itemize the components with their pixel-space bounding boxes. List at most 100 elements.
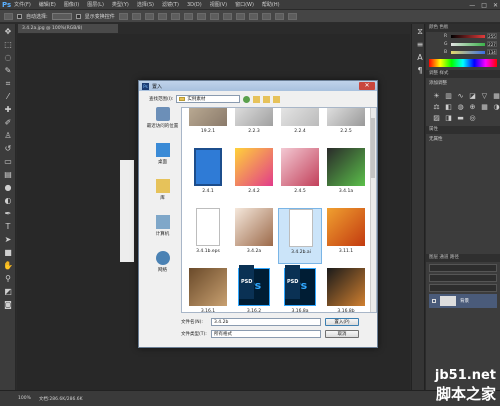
color-lookup-icon[interactable]: ▦ (480, 103, 489, 111)
eraser-tool-icon[interactable]: ▭ (3, 157, 13, 167)
pen-tool-icon[interactable]: ✒ (3, 209, 13, 219)
menu-3d[interactable]: 3D(D) (187, 2, 202, 8)
place-computer[interactable]: 计算机 (145, 215, 180, 247)
posterize-icon[interactable]: ▨ (432, 114, 441, 122)
file-item[interactable]: 3.4.1b.eps (186, 208, 230, 264)
blur-tool-icon[interactable]: ● (3, 183, 13, 193)
adjustments-panel-header[interactable]: 调整 样式 (426, 70, 500, 78)
place-button[interactable]: 置入(P) (325, 318, 359, 326)
distribute-middle-icon[interactable] (209, 12, 219, 20)
lock-fill-bar[interactable] (429, 284, 497, 292)
selective-color-icon[interactable]: ◎ (468, 114, 477, 122)
distribute-bottom-icon[interactable] (222, 12, 232, 20)
move-tool-preset-icon[interactable] (4, 12, 13, 20)
up-folder-icon[interactable] (253, 95, 261, 103)
vibrance-icon[interactable]: ▽ (480, 92, 489, 100)
red-slider-row[interactable]: R 255 (426, 32, 500, 40)
filename-input[interactable]: 3.4.2b (211, 318, 321, 326)
file-item[interactable]: PsPSD 3.16.2 (232, 265, 276, 312)
cancel-button[interactable]: 取消 (325, 330, 359, 338)
levels-icon[interactable]: ▥ (444, 92, 453, 100)
type-tool-icon[interactable]: T (3, 222, 13, 232)
visibility-eye-icon[interactable] (432, 299, 436, 303)
distribute-top-icon[interactable] (196, 12, 206, 20)
exposure-icon[interactable]: ◪ (468, 92, 477, 100)
view-menu-icon[interactable] (273, 95, 281, 103)
properties-panel-header[interactable]: 属性 (426, 126, 500, 134)
properties-panel-icon[interactable]: ≡ (415, 40, 425, 50)
scrollbar-thumb[interactable] (371, 118, 375, 178)
red-value[interactable]: 255 (487, 33, 497, 39)
blue-slider-row[interactable]: B 134 (426, 48, 500, 56)
filetype-select[interactable]: 所有格式 (211, 330, 321, 338)
align-bottom-icon[interactable] (144, 12, 154, 20)
clone-stamp-tool-icon[interactable]: ♙ (3, 131, 13, 141)
history-panel-icon[interactable]: ⧖ (415, 27, 425, 37)
file-item[interactable]: 2.4.5 (278, 148, 322, 204)
brush-tool-icon[interactable]: ✐ (3, 118, 13, 128)
hand-tool-icon[interactable]: ✋ (3, 261, 13, 271)
zoom-level[interactable]: 100% (18, 396, 31, 401)
red-slider[interactable] (451, 34, 485, 38)
eyedropper-tool-icon[interactable]: ⁄ (3, 92, 13, 102)
green-slider[interactable] (451, 42, 485, 46)
close-window-button[interactable]: ✕ (493, 2, 498, 9)
place-desktop[interactable]: 桌面 (145, 143, 180, 175)
file-item[interactable]: 2.4.2 (232, 148, 276, 204)
auto-align-icon[interactable] (274, 12, 284, 20)
marquee-tool-icon[interactable]: ⬚ (3, 40, 13, 50)
show-transform-checkbox[interactable] (75, 13, 81, 19)
blue-value[interactable]: 134 (487, 49, 497, 55)
menu-layer[interactable]: 图层(L) (87, 1, 104, 8)
align-center-icon[interactable] (170, 12, 180, 20)
shape-tool-icon[interactable]: ■ (3, 248, 13, 258)
channel-mixer-icon[interactable]: ⊕ (468, 103, 477, 111)
quick-select-tool-icon[interactable]: ✎ (3, 66, 13, 76)
color-panel-header[interactable]: 颜色 色板 (426, 24, 500, 32)
file-item[interactable]: 2.2.5 (324, 108, 368, 144)
gradient-map-icon[interactable]: ▬ (456, 114, 465, 122)
distribute-right-icon[interactable] (261, 12, 271, 20)
zoom-tool-icon[interactable]: ⚲ (3, 274, 13, 284)
file-item[interactable]: 19.2.1 (186, 108, 230, 144)
healing-brush-tool-icon[interactable]: ✚ (3, 105, 13, 115)
3d-mode-icon[interactable] (287, 12, 297, 20)
menu-file[interactable]: 文件(F) (14, 1, 31, 8)
menu-filter[interactable]: 滤镜(T) (162, 1, 179, 8)
file-item[interactable]: PsPSD 3.16.8a (278, 265, 322, 312)
place-recent[interactable]: 最近访问的位置 (145, 107, 180, 139)
brightness-icon[interactable]: ☀ (432, 92, 441, 100)
align-top-icon[interactable] (118, 12, 128, 20)
document-tab[interactable]: 3.4.2a.jpg @ 100%(RGB/8) (18, 24, 118, 33)
file-list[interactable]: 3.16.8b PsPSD 3.16.8a PsPSD 3.16.2 3.16.1 3.11… (181, 107, 377, 313)
lasso-tool-icon[interactable]: ◌ (3, 53, 13, 63)
file-item[interactable]: 3.4.2a (232, 208, 276, 264)
color-balance-icon[interactable]: ⚖ (432, 103, 441, 111)
back-icon[interactable] (243, 95, 251, 103)
color-ramp[interactable] (429, 59, 497, 67)
menu-image[interactable]: 图像(I) (64, 1, 79, 8)
file-item[interactable]: 3.4.2b.ai (278, 208, 322, 264)
file-item[interactable]: 3.11.1 (324, 208, 368, 264)
auto-select-dropdown[interactable] (51, 12, 72, 20)
document-canvas[interactable] (120, 160, 134, 262)
layers-panel-header[interactable]: 图层 通道 路径 (426, 254, 500, 262)
document-info[interactable]: 文档:286.6K/286.6K (39, 396, 83, 402)
maximize-button[interactable]: □ (481, 2, 487, 9)
photo-filter-icon[interactable]: ◍ (456, 103, 465, 111)
minimize-button[interactable]: — (469, 2, 475, 9)
black-white-icon[interactable]: ◧ (444, 103, 453, 111)
paragraph-panel-icon[interactable]: ¶ (415, 66, 425, 76)
auto-select-checkbox[interactable] (17, 13, 22, 19)
place-network[interactable]: 网络 (145, 251, 180, 283)
align-right-icon[interactable] (183, 12, 193, 20)
dialog-close-button[interactable]: ✕ (359, 82, 375, 90)
look-in-select[interactable]: 实例素材 (176, 95, 241, 103)
threshold-icon[interactable]: ◨ (444, 114, 453, 122)
move-tool-icon[interactable]: ✥ (3, 27, 13, 37)
menu-window[interactable]: 窗口(W) (235, 1, 254, 8)
file-item[interactable]: 2.2.3 (232, 108, 276, 144)
hue-saturation-icon[interactable]: ▦ (492, 92, 500, 100)
menu-edit[interactable]: 编辑(E) (39, 1, 56, 8)
gradient-tool-icon[interactable]: ▤ (3, 170, 13, 180)
